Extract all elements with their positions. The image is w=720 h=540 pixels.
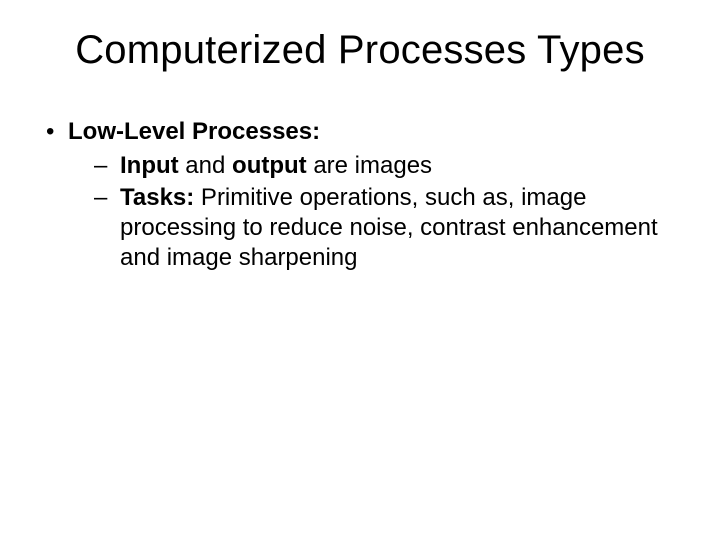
list-item: Input and output are images: [88, 151, 680, 181]
sub-bold-1b: output: [232, 152, 307, 179]
sub-text-1b: are images: [307, 152, 432, 179]
bullet-heading: Low-Level Processes:: [68, 118, 320, 145]
sub-bold-1a: Input: [120, 152, 179, 179]
sub-bold-2: Tasks:: [120, 184, 194, 211]
sub-text-2: Primitive operations, such as, image pro…: [120, 184, 658, 271]
sub-bullet-list: Input and output are images Tasks: Primi…: [68, 151, 680, 273]
list-item: Tasks: Primitive operations, such as, im…: [88, 183, 680, 273]
slide: Computerized Processes Types Low-Level P…: [0, 0, 720, 540]
list-item: Low-Level Processes: Input and output ar…: [40, 117, 680, 273]
sub-text-1a: and: [179, 152, 232, 179]
bullet-list: Low-Level Processes: Input and output ar…: [40, 117, 680, 273]
slide-title: Computerized Processes Types: [40, 28, 680, 73]
